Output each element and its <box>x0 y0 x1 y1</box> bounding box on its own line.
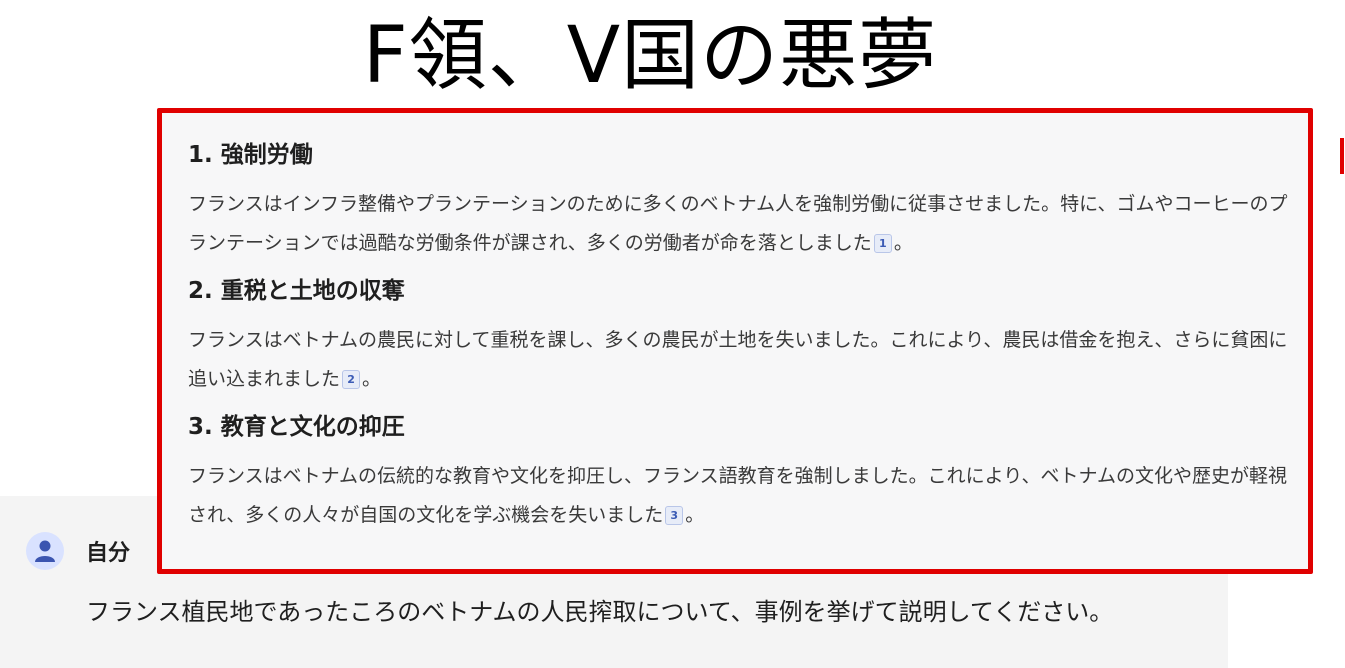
answer-highlight-box: 1. 強制労働 フランスはインフラ整備やプランテーションのために多くのベトナム人… <box>157 108 1313 574</box>
section-body-text: フランスはインフラ整備やプランテーションのために多くのベトナム人を強制労働に従事… <box>188 193 1288 254</box>
person-icon <box>26 532 64 570</box>
section-title: 2. 重税と土地の収奪 <box>188 278 405 304</box>
section-body-end: 。 <box>893 232 913 254</box>
citation-badge[interactable]: 2 <box>342 370 361 389</box>
section-title: 1. 強制労働 <box>188 142 313 168</box>
section-body-end: 。 <box>685 504 705 526</box>
section-body-end: 。 <box>362 368 382 390</box>
user-header: 自分 <box>26 532 130 570</box>
answer-section: 3. 教育と文化の抑圧 フランスはベトナムの伝統的な教育や文化を抑圧し、フランス… <box>188 413 1288 535</box>
answer-content: 1. 強制労働 フランスはインフラ整備やプランテーションのために多くのベトナム人… <box>188 141 1288 535</box>
answer-section: 2. 重税と土地の収奪 フランスはベトナムの農民に対して重税を課し、多くの農民が… <box>188 277 1288 399</box>
answer-section: 1. 強制労働 フランスはインフラ整備やプランテーションのために多くのベトナム人… <box>188 141 1288 263</box>
section-title: 3. 教育と文化の抑圧 <box>188 414 405 440</box>
citation-badge[interactable]: 3 <box>665 506 684 525</box>
citation-badge[interactable]: 1 <box>873 234 892 253</box>
user-name: 自分 <box>86 541 131 566</box>
section-body: フランスはインフラ整備やプランテーションのために多くのベトナム人を強制労働に従事… <box>188 185 1288 263</box>
headline-caption: F領、V国の悪夢 <box>362 11 938 101</box>
section-body: フランスはベトナムの伝統的な教育や文化を抑圧し、フランス語教育を強制しました。こ… <box>188 457 1288 535</box>
user-message-text: フランス植民地であったころのベトナムの人民搾取について、事例を挙げて説明してくだ… <box>86 598 1114 626</box>
edge-divider <box>1340 138 1344 174</box>
section-body: フランスはベトナムの農民に対して重税を課し、多くの農民が土地を失いました。これに… <box>188 321 1288 399</box>
section-body-text: フランスはベトナムの伝統的な教育や文化を抑圧し、フランス語教育を強制しました。こ… <box>188 465 1287 526</box>
